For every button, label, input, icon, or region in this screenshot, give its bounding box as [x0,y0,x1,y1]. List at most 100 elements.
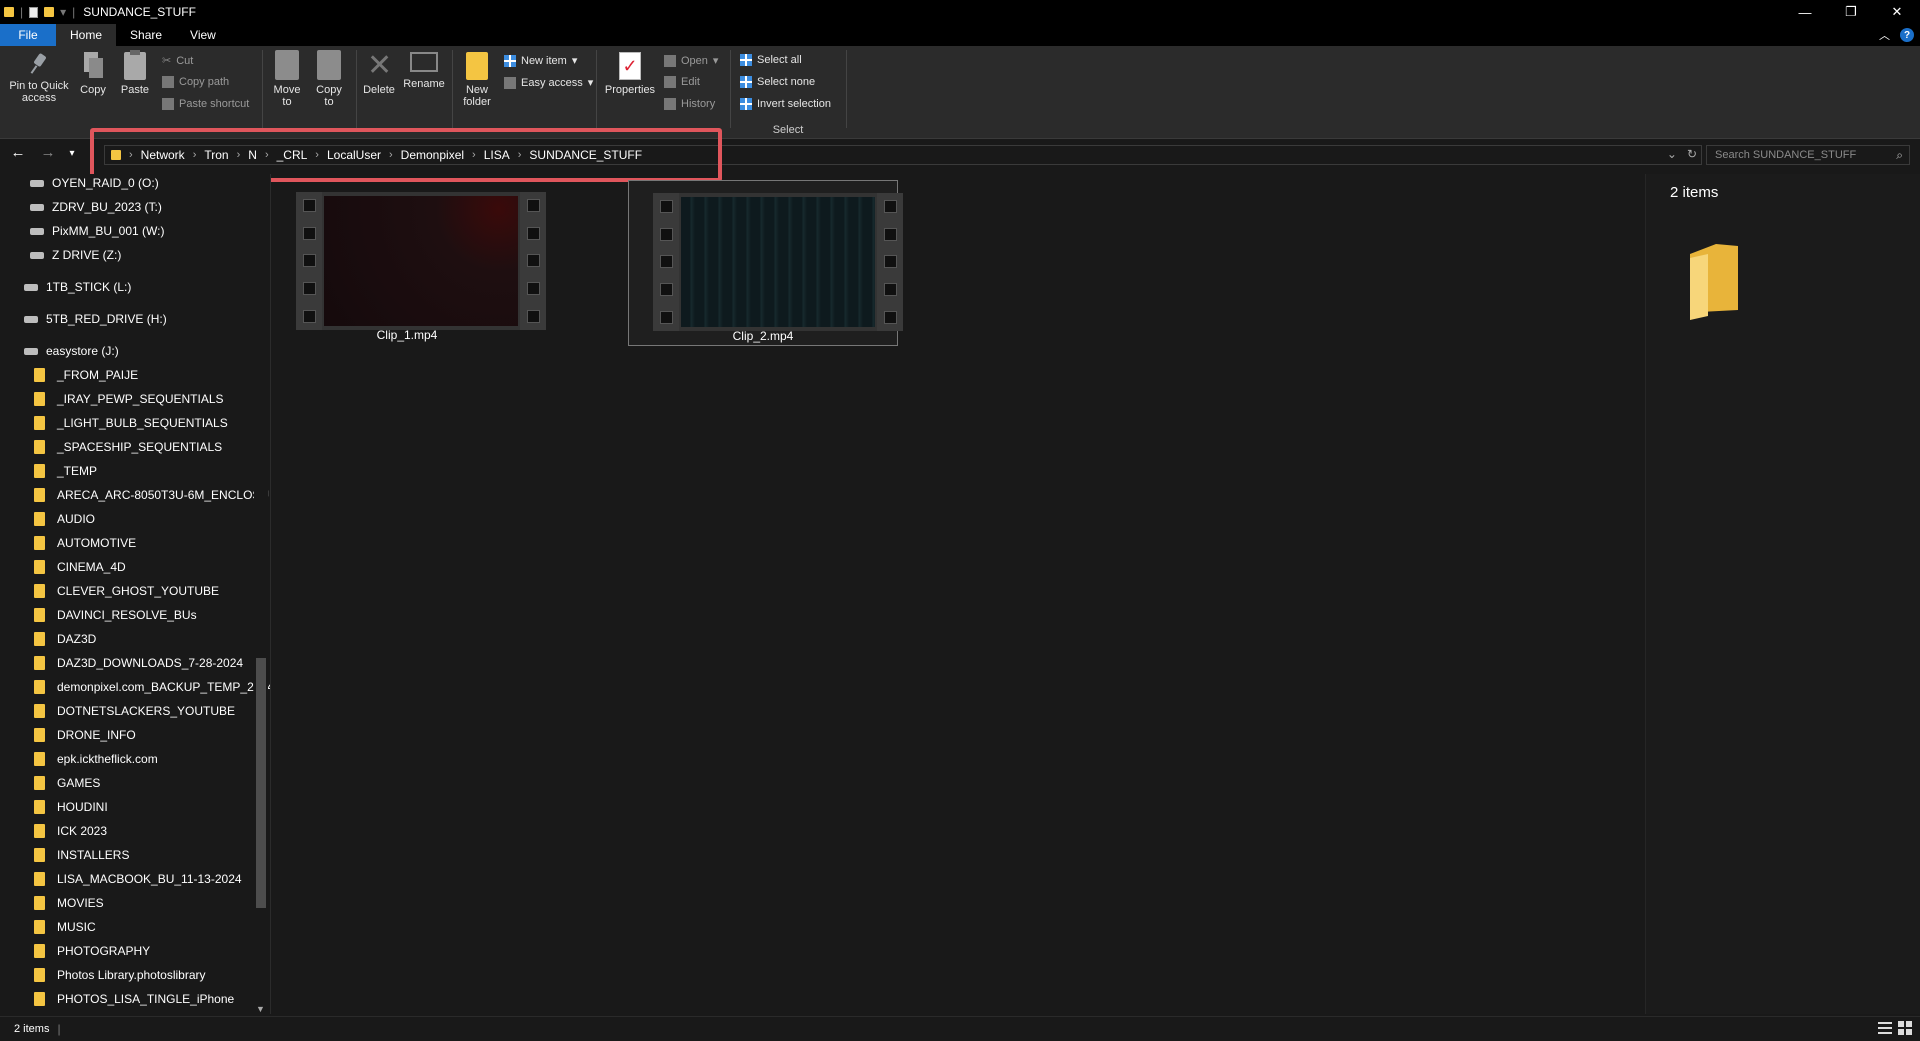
maximize-button[interactable]: ❐ [1828,0,1874,24]
large-icons-view-icon[interactable] [1898,1021,1912,1035]
sidebar-folder[interactable]: _LIGHT_BULB_SEQUENTIALS [34,412,228,434]
sidebar-folder[interactable]: CINEMA_4D [34,556,126,578]
sidebar-folder[interactable]: DAZ3D [34,628,96,650]
properties-qa-icon[interactable] [29,6,39,18]
pin-to-quick-access-button[interactable]: Pin to Quick access [4,52,74,104]
refresh-icon[interactable]: ↻ [1687,147,1697,161]
folder-icon [34,800,45,814]
tab-view[interactable]: View [176,24,230,46]
breadcrumb-network[interactable]: Network [141,148,185,162]
back-arrow-icon[interactable]: ← [8,144,28,161]
new-item-button[interactable]: New item ▾ [504,54,577,67]
sidebar-folder[interactable]: INSTALLERS [34,844,129,866]
sidebar-folder[interactable]: ARECA_ARC-8050T3U-6M_ENCLOSUR [34,484,270,506]
copy-path-button[interactable]: Copy path [162,76,229,88]
sidebar-folder[interactable]: MUSIC [34,916,96,938]
properties-button[interactable]: ✓ Properties [600,52,660,96]
invert-selection-button[interactable]: Invert selection [740,98,831,110]
sidebar-folder[interactable]: Photos Library.photoslibrary [34,964,206,986]
sidebar-folder[interactable]: ICK 2023 [34,820,107,842]
window-title: SUNDANCE_STUFF [83,5,196,19]
paste-shortcut-button[interactable]: Paste shortcut [162,98,249,110]
copy-to-icon [317,50,341,80]
file-list: Clip_1.mp4 Clip_2.mp4 [272,174,1642,1014]
sidebar-folder[interactable]: _TEMP [34,460,97,482]
scissors-icon: ✂ [162,55,172,67]
sidebar-folder[interactable]: AUTOMOTIVE [34,532,136,554]
sidebar-folder[interactable]: PHOTOGRAPHY [34,940,150,962]
close-button[interactable]: ✕ [1874,0,1920,24]
new-item-icon [504,54,516,67]
folder-icon [34,632,45,646]
file-tile-clip-1[interactable]: Clip_1.mp4 [272,180,546,346]
rename-button[interactable]: Rename [402,52,446,90]
breadcrumb-localuser[interactable]: LocalUser [327,148,381,162]
move-to-button[interactable]: Move to [270,50,304,108]
collapse-ribbon-chevron-icon[interactable]: ︿ [1879,27,1890,43]
new-folder-button[interactable]: New folder [460,52,494,108]
breadcrumb-sundance-stuff[interactable]: SUNDANCE_STUFF [529,148,642,162]
sidebar-folder[interactable]: epk.icktheflick.com [34,748,158,770]
sidebar-folder[interactable]: HOUDINI [34,796,108,818]
up-arrow-icon[interactable]: ↑ [82,144,102,161]
new-folder-qa-icon[interactable] [44,7,55,17]
sidebar-folder[interactable]: _SPACESHIP_SEQUENTIALS [34,436,222,458]
scrollbar-thumb[interactable] [256,658,266,908]
search-input[interactable]: Search SUNDANCE_STUFF ⌕ [1706,145,1910,165]
sidebar-folder[interactable]: DOTNETSLACKERS_YOUTUBE [34,700,235,722]
folder-icon [34,656,45,670]
sidebar-item-drive[interactable]: easystore (J:) [24,340,119,362]
sidebar-folder[interactable]: demonpixel.com_BACKUP_TEMP_2024 [34,676,270,698]
sidebar-folder[interactable]: AUDIO [34,508,95,530]
sidebar-item-drive[interactable]: OYEN_RAID_0 (O:) [30,174,159,194]
copy-to-button[interactable]: Copy to [312,50,346,108]
sidebar-item-drive[interactable]: 5TB_RED_DRIVE (H:) [24,308,167,330]
paste-button[interactable]: Paste [120,50,150,96]
open-button[interactable]: Open ▾ [664,54,718,67]
details-view-icon[interactable] [1878,1021,1892,1035]
tab-share[interactable]: Share [116,24,176,46]
sidebar-folder[interactable]: LISA_MACBOOK_BU_11-13-2024 [34,868,242,890]
scroll-down-arrow-icon[interactable]: ▼ [256,1004,265,1014]
pin-icon [29,52,49,76]
tab-home[interactable]: Home [56,24,117,46]
select-all-button[interactable]: Select all [740,54,802,66]
sidebar-folder[interactable]: DRONE_INFO [34,724,136,746]
sidebar-folder[interactable]: DAVINCI_RESOLVE_BUs [34,604,197,626]
forward-arrow-icon[interactable]: → [38,144,58,161]
details-pane: 2 items [1645,174,1920,1014]
address-history-chevron-icon[interactable]: ⌄ [1667,147,1677,161]
sidebar-scrollbar[interactable]: ▼ [254,174,268,1014]
minimize-button[interactable]: — [1782,0,1828,24]
sidebar-folder[interactable]: CLEVER_GHOST_YOUTUBE [34,580,219,602]
sidebar-folder[interactable]: PHOTOS_LISA_TINGLE_iPhone [34,988,234,1010]
sidebar-item-drive[interactable]: Z DRIVE (Z:) [30,244,121,266]
sidebar-folder[interactable]: DAZ3D_DOWNLOADS_7-28-2024 [34,652,243,674]
sidebar-folder[interactable]: MOVIES [34,892,104,914]
sidebar-item-drive[interactable]: ZDRV_BU_2023 (T:) [30,196,162,218]
customize-qa-chevron-icon[interactable]: ▾ [60,5,66,19]
help-icon[interactable]: ? [1900,28,1914,42]
breadcrumb-demonpixel[interactable]: Demonpixel [401,148,464,162]
breadcrumb-n[interactable]: N [248,148,257,162]
address-bar[interactable]: › Network › Tron › N › _CRL › LocalUser › Demo… [104,145,1702,165]
sidebar-item-drive[interactable]: 1TB_STICK (L:) [24,276,131,298]
file-tile-clip-2[interactable]: Clip_2.mp4 [628,180,903,346]
delete-button[interactable]: ✕ Delete [362,51,396,97]
easy-access-button[interactable]: Easy access ▾ [504,76,593,89]
breadcrumb-crl[interactable]: _CRL [277,148,308,162]
recent-locations-chevron-icon[interactable]: ▾ [62,148,82,159]
history-button[interactable]: History [664,98,715,110]
copy-button[interactable]: Copy [78,52,108,96]
breadcrumb-tron[interactable]: Tron [204,148,228,162]
sidebar-folder[interactable]: GAMES [34,772,100,794]
sidebar-folder[interactable]: _FROM_PAIJE [34,364,138,386]
select-none-button[interactable]: Select none [740,76,815,88]
tab-file[interactable]: File [0,24,56,46]
cut-button[interactable]: ✂ Cut [162,54,193,68]
breadcrumb-lisa[interactable]: LISA [484,148,510,162]
edit-button[interactable]: Edit [664,76,700,88]
sidebar-item-drive[interactable]: PixMM_BU_001 (W:) [30,220,164,242]
sidebar-folder[interactable]: _IRAY_PEWP_SEQUENTIALS [34,388,224,410]
history-icon [664,98,676,110]
